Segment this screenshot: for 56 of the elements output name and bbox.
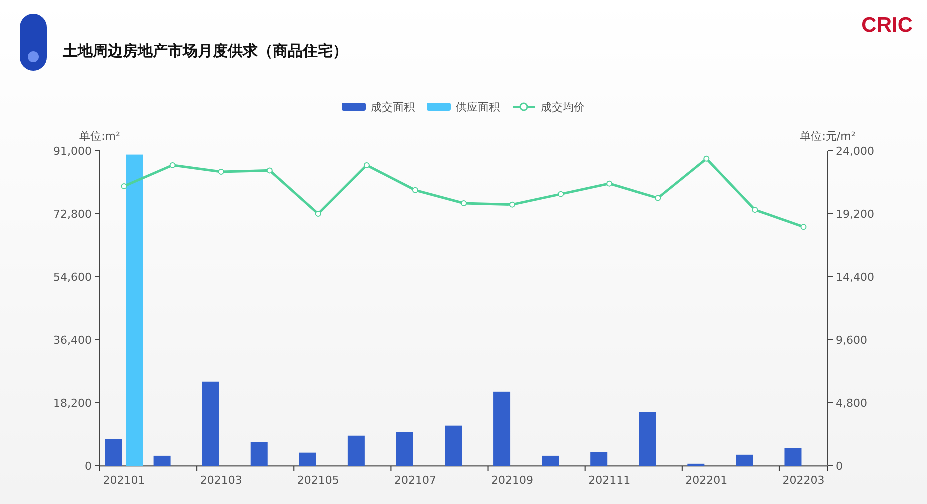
- bar: [348, 436, 365, 466]
- data-point: [170, 162, 176, 168]
- legend-label[interactable]: 供应面积: [456, 100, 500, 114]
- tick-label: 24,000: [836, 145, 874, 158]
- category-label: 202201: [686, 474, 728, 487]
- bar: [250, 442, 268, 466]
- axis-unit: 单位:元/m²: [800, 130, 856, 143]
- tick-label: 0: [836, 460, 843, 473]
- data-point: [315, 211, 322, 217]
- pill-icon: [20, 14, 47, 71]
- tick-label: 4,800: [836, 397, 868, 410]
- data-point: [412, 187, 418, 194]
- data-point: [364, 162, 370, 168]
- category-label: 202101: [103, 474, 146, 487]
- bar: [396, 432, 414, 466]
- data-point: [800, 224, 807, 230]
- category-label: 202107: [394, 474, 436, 487]
- category-label: 202109: [492, 474, 534, 487]
- category-label: 202105: [297, 474, 340, 487]
- bar: [688, 464, 705, 466]
- tick-label: 14,400: [836, 271, 874, 284]
- tick-label: 72,800: [54, 208, 92, 221]
- data-point: [558, 191, 564, 198]
- bar: [105, 439, 122, 466]
- tick-label: 54,600: [54, 271, 92, 284]
- tick-label: 36,400: [54, 334, 92, 347]
- tick-label: 18,200: [54, 397, 92, 410]
- bar: [784, 448, 802, 466]
- tick-label: 19,200: [836, 208, 874, 221]
- axis-unit: 单位:m²: [80, 130, 120, 143]
- data-point: [218, 169, 224, 175]
- bar: [590, 452, 608, 466]
- data-point: [606, 180, 613, 187]
- data-point: [704, 156, 710, 162]
- legend-label[interactable]: 成交面积: [371, 100, 415, 114]
- category-label: 202111: [588, 474, 631, 487]
- data-point: [461, 200, 467, 206]
- bar: [445, 426, 462, 466]
- bar: [639, 412, 656, 466]
- brand-logo: CRIC: [862, 14, 913, 38]
- data-point: [655, 195, 662, 202]
- data-point: [752, 207, 758, 214]
- data-point: [266, 168, 273, 174]
- bar: [154, 456, 171, 466]
- bar: [542, 456, 560, 466]
- data-point: [510, 202, 516, 208]
- bar: [736, 454, 754, 466]
- tick-label: 9,600: [836, 334, 868, 347]
- legend-label[interactable]: 成交均价: [541, 100, 585, 114]
- category-label: 202203: [782, 474, 825, 487]
- tick-label: 0: [85, 460, 92, 473]
- tick-label: 91,000: [54, 145, 92, 158]
- bar: [299, 452, 316, 466]
- chart-title: 土地周边房地产市场月度供求（商品住宅）: [63, 42, 349, 61]
- data-point: [121, 183, 128, 190]
- category-label: 202103: [200, 474, 242, 487]
